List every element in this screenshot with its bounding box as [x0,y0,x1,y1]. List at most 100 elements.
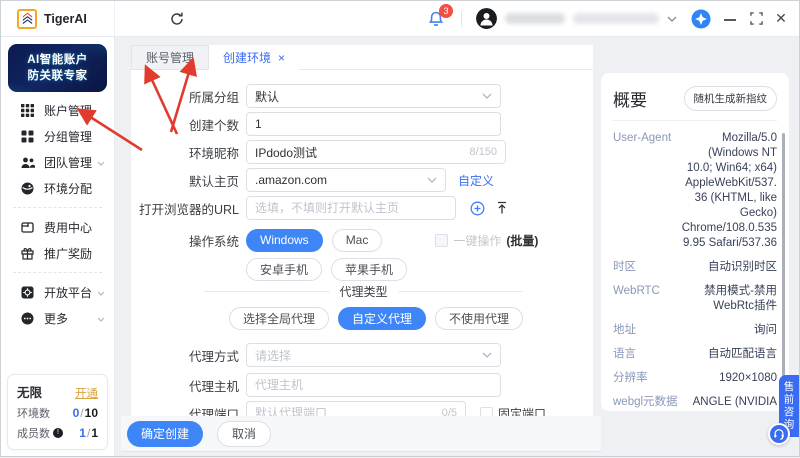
os-option-android[interactable]: 安卓手机 [246,257,323,281]
env-count-label: 环境数 [17,408,50,420]
summary-row-address: 地址 询问 [613,324,777,336]
titlebar: TigerAI 3 ✕ [1,1,799,37]
window-close-icon[interactable]: ✕ [773,10,789,27]
homepage-select[interactable]: .amazon.com [246,168,446,192]
homepage-label: 默认主页 [188,174,239,189]
menu-divider [13,207,102,208]
sidebar-menu: 账户管理 分组管理 团队管理 环境分配 费用中心 推广奖励 开放平台 更多 [1,97,114,331]
window-maximize-icon[interactable] [750,12,763,25]
sidebar-item-more[interactable]: 更多 [1,305,114,331]
batch-checkbox-label: 一键操作 [453,233,502,248]
summary-row-webrtc: WebRTC 禁用模式-禁用WebRtc插件 [613,285,777,312]
nickname-counter: 8/150 [469,146,497,158]
summary-row-webgl-meta: webgl元数据ANGLE (NVIDIA Corporation, GeFor… [613,396,777,408]
sidebar-item-open-platform[interactable]: 开放平台 [1,279,114,305]
brand-name: TigerAI [44,11,87,26]
sidebar-banner: AI智能账户 防关联专家 [8,44,107,92]
form-footer: 确定创建 取消 [121,416,601,452]
account-id-redacted [573,13,659,24]
proxy-host-label: 代理主机 [188,379,239,394]
group-label: 所属分组 [188,90,239,105]
sidebar-item-env-assign[interactable]: 环境分配 [1,175,114,201]
nickname-label: 环境昵称 [188,146,239,161]
summary-scrollbar[interactable] [782,133,785,403]
chevron-down-icon [97,153,105,171]
sidebar-item-promo-reward[interactable]: 推广奖励 [1,240,114,266]
count-label: 创建个数 [188,118,239,133]
brand: TigerAI [1,1,115,36]
proxy-type-none[interactable]: 不使用代理 [435,306,524,330]
env-count-value: 0/10 [72,406,98,420]
compass-icon[interactable] [691,9,711,29]
hamburger-menu-icon[interactable] [129,12,147,26]
platform-icon [20,285,35,300]
sidebar: AI智能账户 防关联专家 账户管理 分组管理 团队管理 环境分配 费用中心 推广… [1,37,115,456]
summary-row-user-agent: User-Agent Mozilla/5.0 (Windows NT 10.0; … [613,132,777,249]
proxy-method-select[interactable]: 请选择 [246,343,501,367]
fingerprint-summary-panel: 概要 随机生成新指纹 User-Agent Mozilla/5.0 (Window… [601,73,789,411]
team-icon [20,155,35,170]
upgrade-link[interactable]: 开通 [75,385,98,401]
member-count-value: 1/1 [79,426,98,440]
tab-account-manage[interactable]: 账号管理 [131,45,210,70]
banner-line2: 防关联专家 [27,70,88,82]
homepage-custom-link[interactable]: 自定义 [458,172,494,189]
sidebar-item-account-manage[interactable]: 账户管理 [1,97,114,123]
billing-icon [20,220,35,235]
plan-name: 无限 [17,386,43,400]
chevron-down-icon [427,177,437,183]
os-label: 操作系统 [188,234,239,249]
tigerai-logo-icon [17,8,37,29]
cancel-button[interactable]: 取消 [217,420,272,447]
regenerate-fingerprint-button[interactable]: 随机生成新指纹 [683,86,777,111]
confirm-create-button[interactable]: 确定创建 [127,420,204,447]
nickname-input-wrap: 8/150 [246,140,506,164]
group-select[interactable]: 默认 [246,84,501,108]
summary-row-timezone: 时区 自动识别时区 [613,261,777,273]
proxy-type-options: 选择全局代理 自定义代理 不使用代理 [229,306,593,330]
squares-icon [20,129,35,144]
tab-close-icon[interactable]: × [278,51,285,65]
username-redacted [505,13,565,24]
more-icon [20,311,35,326]
tab-create-env[interactable]: 创建环境 × [209,45,300,70]
proxy-type-global[interactable]: 选择全局代理 [229,306,330,330]
account-chevron-down-icon[interactable] [667,16,677,22]
sidebar-item-group-manage[interactable]: 分组管理 [1,123,114,149]
batch-checkbox-row: 一键操作 (批量) [435,232,538,249]
os-option-mac[interactable]: Mac [331,228,383,252]
plan-card: 无限 开通 环境数 0/10 成员数! 1/1 [7,374,108,450]
customer-service-icon[interactable] [768,423,790,445]
proxy-type-custom[interactable]: 自定义代理 [338,306,427,330]
os-option-iphone[interactable]: 苹果手机 [331,257,408,281]
tab-bar: 账号管理 创建环境 × [131,45,593,70]
gift-icon [20,246,35,261]
chevron-down-icon [482,352,492,358]
window-minimize-icon[interactable] [724,10,738,28]
count-input-wrap [246,112,501,136]
add-url-icon[interactable] [470,201,485,216]
count-input[interactable] [255,117,492,131]
os-option-windows[interactable]: Windows [246,228,323,252]
upload-icon[interactable] [495,201,509,215]
chevron-down-icon [482,93,492,99]
proxy-host-input-wrap [246,373,501,397]
refresh-icon[interactable] [169,11,185,27]
url-input-wrap [246,196,456,220]
batch-checkbox[interactable] [435,233,449,247]
proxy-type-divider: 代理类型 [204,283,524,299]
summary-title: 概要 [613,91,647,110]
info-icon[interactable]: ! [53,428,63,438]
nickname-input[interactable] [255,145,464,159]
notifications-bell-icon[interactable]: 3 [427,3,453,28]
chevron-down-icon [97,283,105,301]
grid-icon [20,103,35,118]
globe-icon [20,181,35,196]
titlebar-divider [461,10,462,27]
proxy-host-input[interactable] [255,378,492,392]
url-input[interactable] [255,201,447,215]
sidebar-item-team-manage[interactable]: 团队管理 [1,149,114,175]
sidebar-item-billing-center[interactable]: 费用中心 [1,214,114,240]
user-avatar[interactable] [476,8,497,29]
member-count-label: 成员数! [17,425,63,441]
